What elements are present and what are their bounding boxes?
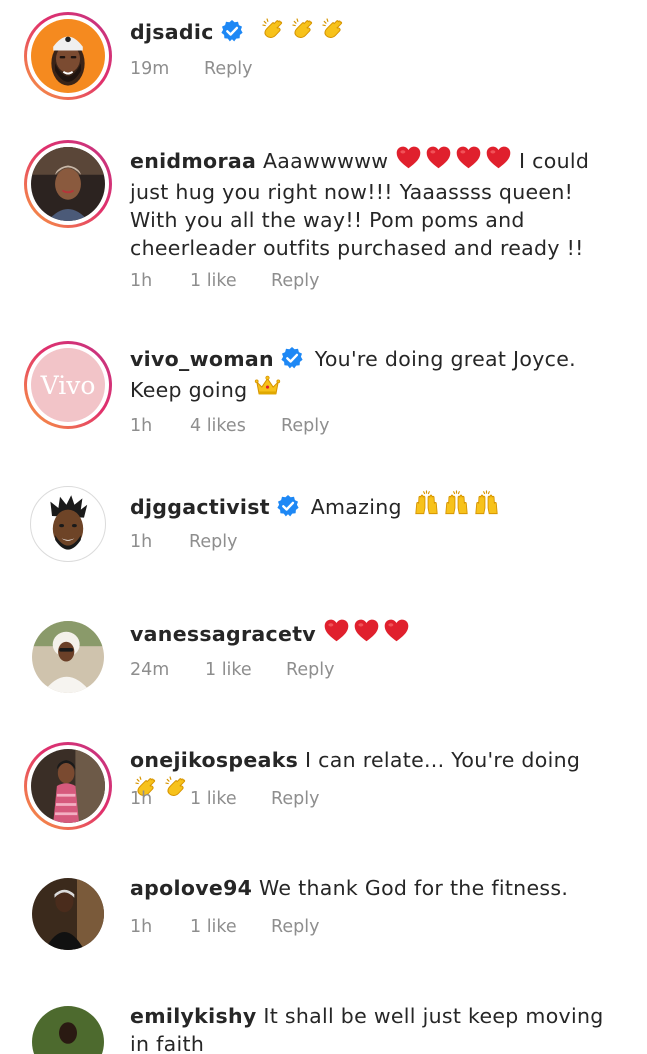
comment-text: We thank God for the fitness. [259, 876, 569, 900]
likes-count[interactable]: 4 likes [190, 416, 246, 436]
reply-button[interactable]: Reply [189, 532, 237, 552]
comment-time: 1h [130, 789, 153, 809]
likes-count[interactable]: 1 like [205, 660, 252, 680]
avatar-image [31, 749, 105, 823]
crown-emoji [254, 373, 281, 407]
comment-username[interactable]: vivo_woman [130, 347, 274, 371]
clapping-hands-emoji [261, 16, 347, 49]
avatar[interactable] [24, 12, 112, 100]
comment-time: 1h [130, 917, 153, 937]
avatar-image [32, 878, 104, 950]
red-heart-emoji [395, 144, 512, 178]
reply-button[interactable]: Reply [204, 59, 252, 79]
comment-username[interactable]: emilykishy [130, 1004, 257, 1028]
comment-username[interactable]: apolove94 [130, 876, 252, 900]
avatar-image [31, 147, 105, 221]
comment-username[interactable]: djsadic [130, 20, 214, 44]
comment-username[interactable]: enidmoraa [130, 149, 256, 173]
verified-badge-icon [276, 494, 300, 518]
comment-text: Amazing [310, 495, 402, 519]
comment-time: 1h [130, 532, 153, 552]
avatar-image [36, 492, 100, 556]
avatar[interactable] [24, 140, 112, 228]
likes-count[interactable]: 1 like [190, 789, 237, 809]
comment-time: 24m [130, 660, 170, 680]
reply-button[interactable]: Reply [271, 789, 319, 809]
verified-badge-icon [280, 346, 304, 370]
avatar[interactable]: Vivo [24, 341, 112, 429]
comment-text: I can relate... You're doing [304, 748, 581, 772]
verified-badge-icon [220, 19, 244, 43]
comment-time: 1h [130, 416, 153, 436]
red-heart-emoji [323, 617, 410, 651]
comment-time: 19m [130, 59, 170, 79]
raising-hands-emoji [413, 490, 500, 524]
avatar[interactable] [32, 878, 104, 950]
reply-button[interactable]: Reply [271, 271, 319, 291]
reply-button[interactable]: Reply [271, 917, 319, 937]
avatar[interactable] [32, 621, 104, 693]
reply-button[interactable]: Reply [281, 416, 329, 436]
likes-count[interactable]: 1 like [190, 271, 237, 291]
avatar[interactable] [32, 1006, 104, 1054]
avatar-image [31, 19, 105, 93]
avatar-image [32, 621, 104, 693]
reply-button[interactable]: Reply [286, 660, 334, 680]
avatar[interactable] [24, 742, 112, 830]
comment-username[interactable]: vanessagracetv [130, 622, 316, 646]
avatar[interactable] [30, 486, 106, 562]
avatar-image [32, 1006, 104, 1054]
likes-count[interactable]: 1 like [190, 917, 237, 937]
comment-time: 1h [130, 271, 153, 291]
comment-text-prefix: Aaawwwww [262, 149, 389, 173]
comment-username[interactable]: onejikospeaks [130, 748, 298, 772]
comment-username[interactable]: djggactivist [130, 495, 270, 519]
avatar-logo-text: Vivo [40, 370, 96, 400]
